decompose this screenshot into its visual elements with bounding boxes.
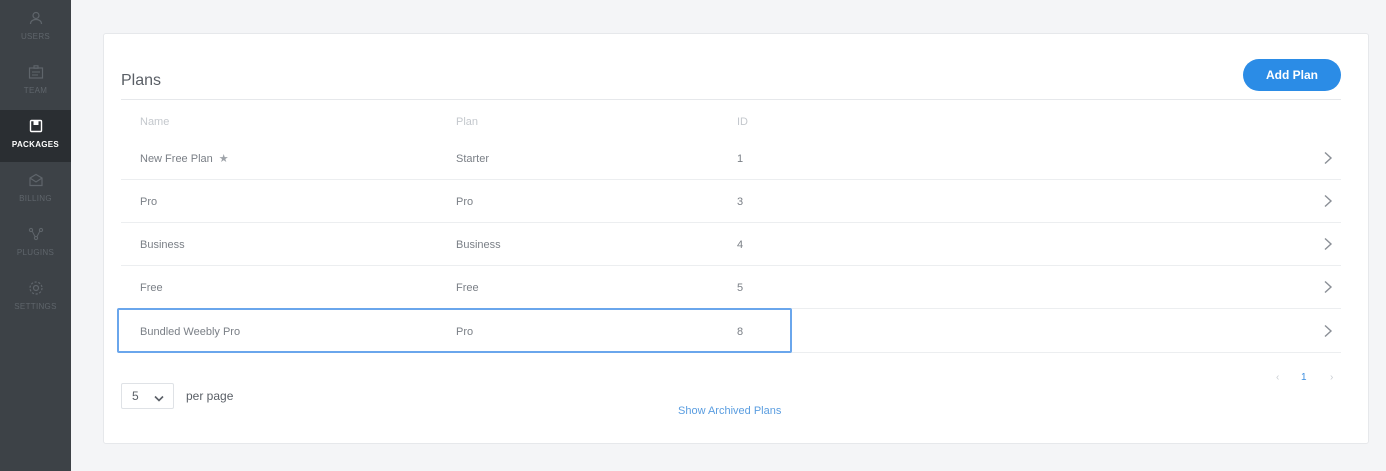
page-title: Plans [121,72,162,89]
plan-type-cell: Pro [456,195,474,208]
plan-type-cell: Starter [456,152,490,165]
sidebar-item-team[interactable]: TEAM [0,64,71,110]
plan-id-cell: 3 [737,195,744,208]
star-icon: ★ [218,153,229,165]
title-divider [121,99,1341,100]
sidebar-item-label: BILLING [19,194,52,203]
chevron-right-icon[interactable] [1321,151,1335,165]
column-header-id[interactable]: ID [737,116,748,128]
add-plan-button[interactable]: Add Plan [1243,59,1341,91]
sidebar-item-label: USERS [20,32,51,41]
user-icon [28,10,44,26]
sidebar-item-billing[interactable]: BILLING [0,172,71,218]
sidebar-item-packages[interactable]: PACKAGES [0,110,71,162]
sidebar-item-plugins[interactable]: PLUGINS [0,226,71,272]
table-row[interactable]: New Free Plan ★ Starter 1 [121,137,1341,180]
plugins-icon [28,226,44,242]
plan-name: Business [140,238,185,251]
per-page-select[interactable]: 5 [121,383,174,409]
plan-name-cell: Free [140,266,163,309]
plans-card: Plans Add Plan Name Plan ID New Free Pla… [103,33,1369,444]
plan-name-cell: New Free Plan ★ [140,137,229,180]
table-row[interactable]: Business Business 4 [121,223,1341,266]
chevron-right-icon[interactable] [1321,194,1335,208]
plan-id-cell: 4 [737,238,744,251]
chevron-right-icon[interactable] [1321,280,1335,294]
sidebar: USERS TEAM PACKAGES BILLING PLUGINS SETT… [0,0,71,471]
billing-icon [28,172,44,188]
plan-id-cell: 1 [737,152,744,165]
pagination-prev-button[interactable]: ‹ [1276,372,1279,383]
plan-name: New Free Plan [140,152,213,165]
gear-icon [28,280,44,296]
package-icon [28,118,44,134]
plan-type-cell: Business [456,238,501,251]
pagination: ‹ 1 › [1274,372,1344,388]
sidebar-item-settings[interactable]: SETTINGS [0,280,71,326]
show-archived-link[interactable]: Show Archived Plans [678,405,781,417]
team-icon [28,64,44,80]
plan-name: Free [140,281,163,294]
plan-type-cell: Free [456,281,479,294]
column-header-plan[interactable]: Plan [456,116,478,128]
table-row[interactable]: Free Free 5 [121,266,1341,309]
sidebar-item-label: PLUGINS [16,248,55,257]
plan-name-cell: Pro [140,180,157,223]
chevron-right-icon[interactable] [1321,324,1335,338]
plan-name: Pro [140,195,158,208]
row-highlight-outline [117,308,792,353]
chevron-right-icon[interactable] [1321,237,1335,251]
sidebar-item-users[interactable]: USERS [0,10,71,56]
pagination-page-1[interactable]: 1 [1301,372,1307,383]
sidebar-item-label: SETTINGS [14,302,57,311]
per-page-label: per page [186,389,234,403]
column-header-name[interactable]: Name [140,116,169,128]
sidebar-item-label: TEAM [23,86,48,95]
chevron-down-icon [154,392,164,406]
plan-name-cell: Business [140,223,185,266]
per-page-value: 5 [132,389,139,403]
table-row[interactable]: Pro Pro 3 [121,180,1341,223]
sidebar-item-label: PACKAGES [11,140,60,149]
pagination-next-button[interactable]: › [1330,372,1333,383]
plan-id-cell: 5 [737,281,744,294]
